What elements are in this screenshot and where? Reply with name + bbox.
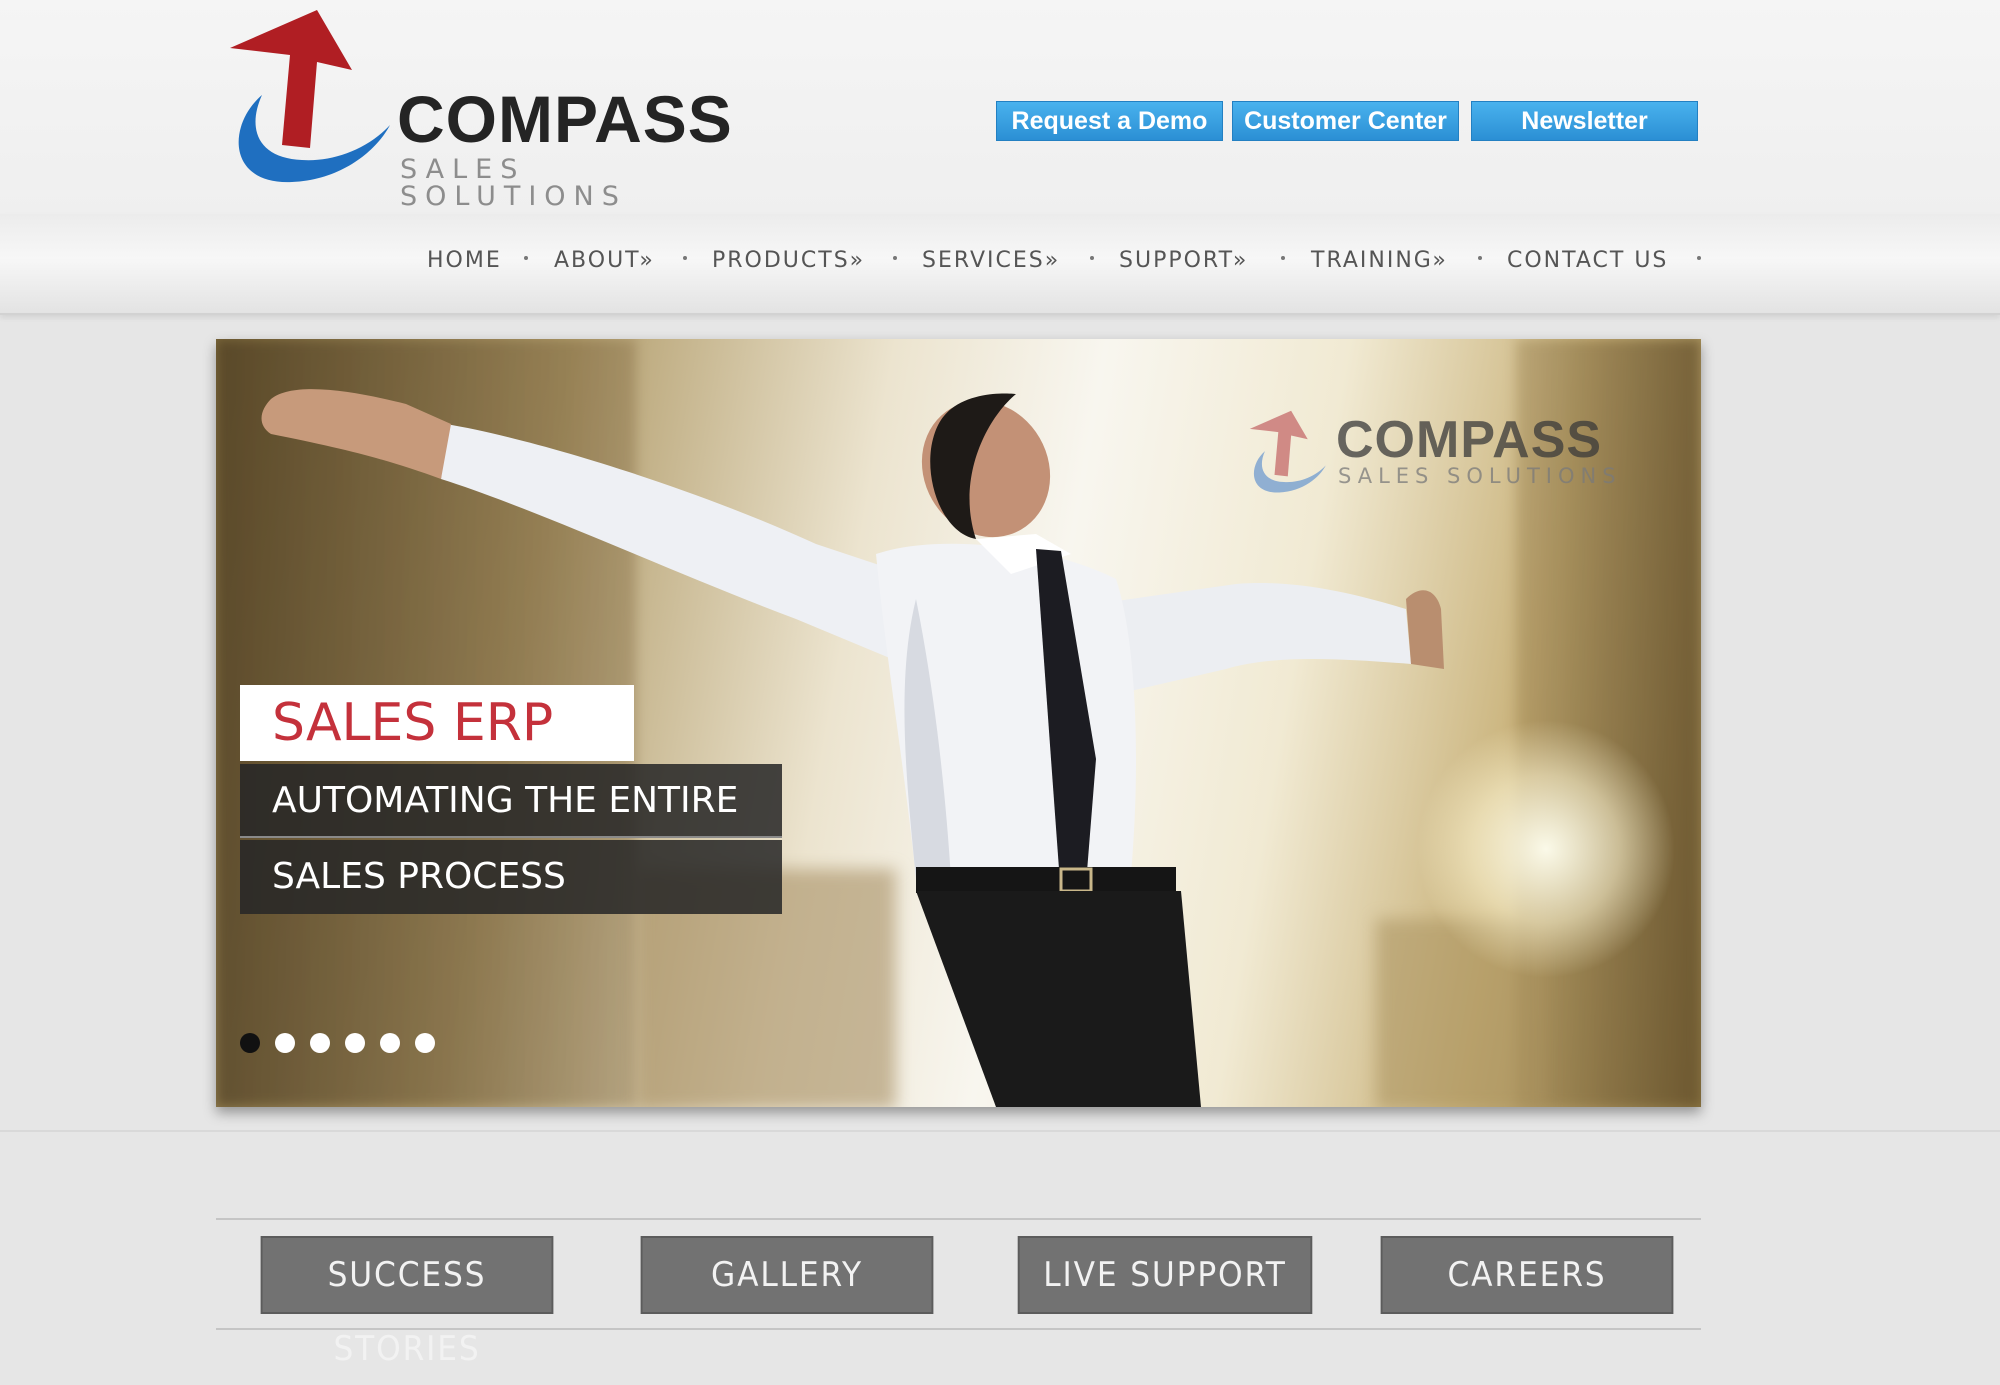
slide-title: SALES ERP [240,685,634,761]
careers-button[interactable]: CAREERS [1380,1236,1674,1314]
nav-item-contact[interactable]: CONTACT US [1507,246,1668,276]
bottom-rule-top [216,1218,1701,1220]
hero-logo-wordmark: COMPASS [1336,411,1603,469]
nav-item-support[interactable]: SUPPORT» [1119,246,1248,276]
hero-watermark-logo: COMPASS SALES SOLUTIONS [1246,404,1666,514]
compass-logo[interactable]: COMPASS SALES SOLUTIONS [222,10,762,210]
compass-arrow-icon [1249,410,1326,493]
live-support-button[interactable]: LIVE SUPPORT [1017,1236,1313,1314]
slider-dot-2[interactable] [275,1033,295,1053]
nav-separator [524,256,528,260]
nav-item-home[interactable]: HOME [427,246,502,276]
hero-logo-tagline: SALES SOLUTIONS [1338,464,1622,488]
customer-center-button[interactable]: Customer Center [1232,101,1459,141]
logo-wordmark: COMPASS [397,82,733,156]
page: COMPASS SALES SOLUTIONS Request a Demo C… [0,0,2000,1385]
section-divider [0,1130,2000,1132]
slide-caption-line-1: AUTOMATING THE ENTIRE [240,764,782,838]
nav-separator [683,256,687,260]
nav-separator [893,256,897,260]
nav-separator [1090,256,1094,260]
header: COMPASS SALES SOLUTIONS Request a Demo C… [0,0,2000,214]
logo-tagline: SALES SOLUTIONS [400,154,627,212]
nav-item-products[interactable]: PRODUCTS» [712,246,865,276]
slider-dot-3[interactable] [310,1033,330,1053]
request-demo-button[interactable]: Request a Demo [996,101,1223,141]
nav-separator [1478,256,1482,260]
bottom-rule-bottom [216,1328,1701,1330]
hero-slider[interactable]: COMPASS SALES SOLUTIONS SALES ERP AUTOMA… [216,339,1701,1107]
slider-dot-4[interactable] [345,1033,365,1053]
slider-dot-5[interactable] [380,1033,400,1053]
compass-arrow-icon [230,10,390,183]
slide-caption-line-2: SALES PROCESS [240,840,782,914]
slider-dot-1[interactable] [240,1033,260,1053]
slider-dot-6[interactable] [415,1033,435,1053]
nav-item-about[interactable]: ABOUT» [554,246,655,276]
nav-separator [1281,256,1285,260]
nav-separator [1697,256,1701,260]
nav-item-services[interactable]: SERVICES» [922,246,1060,276]
success-stories-button[interactable]: SUCCESS STORIES [260,1236,554,1369]
gallery-button[interactable]: GALLERY [640,1236,934,1314]
newsletter-button[interactable]: Newsletter [1471,101,1698,141]
nav-item-training[interactable]: TRAINING» [1311,246,1448,276]
